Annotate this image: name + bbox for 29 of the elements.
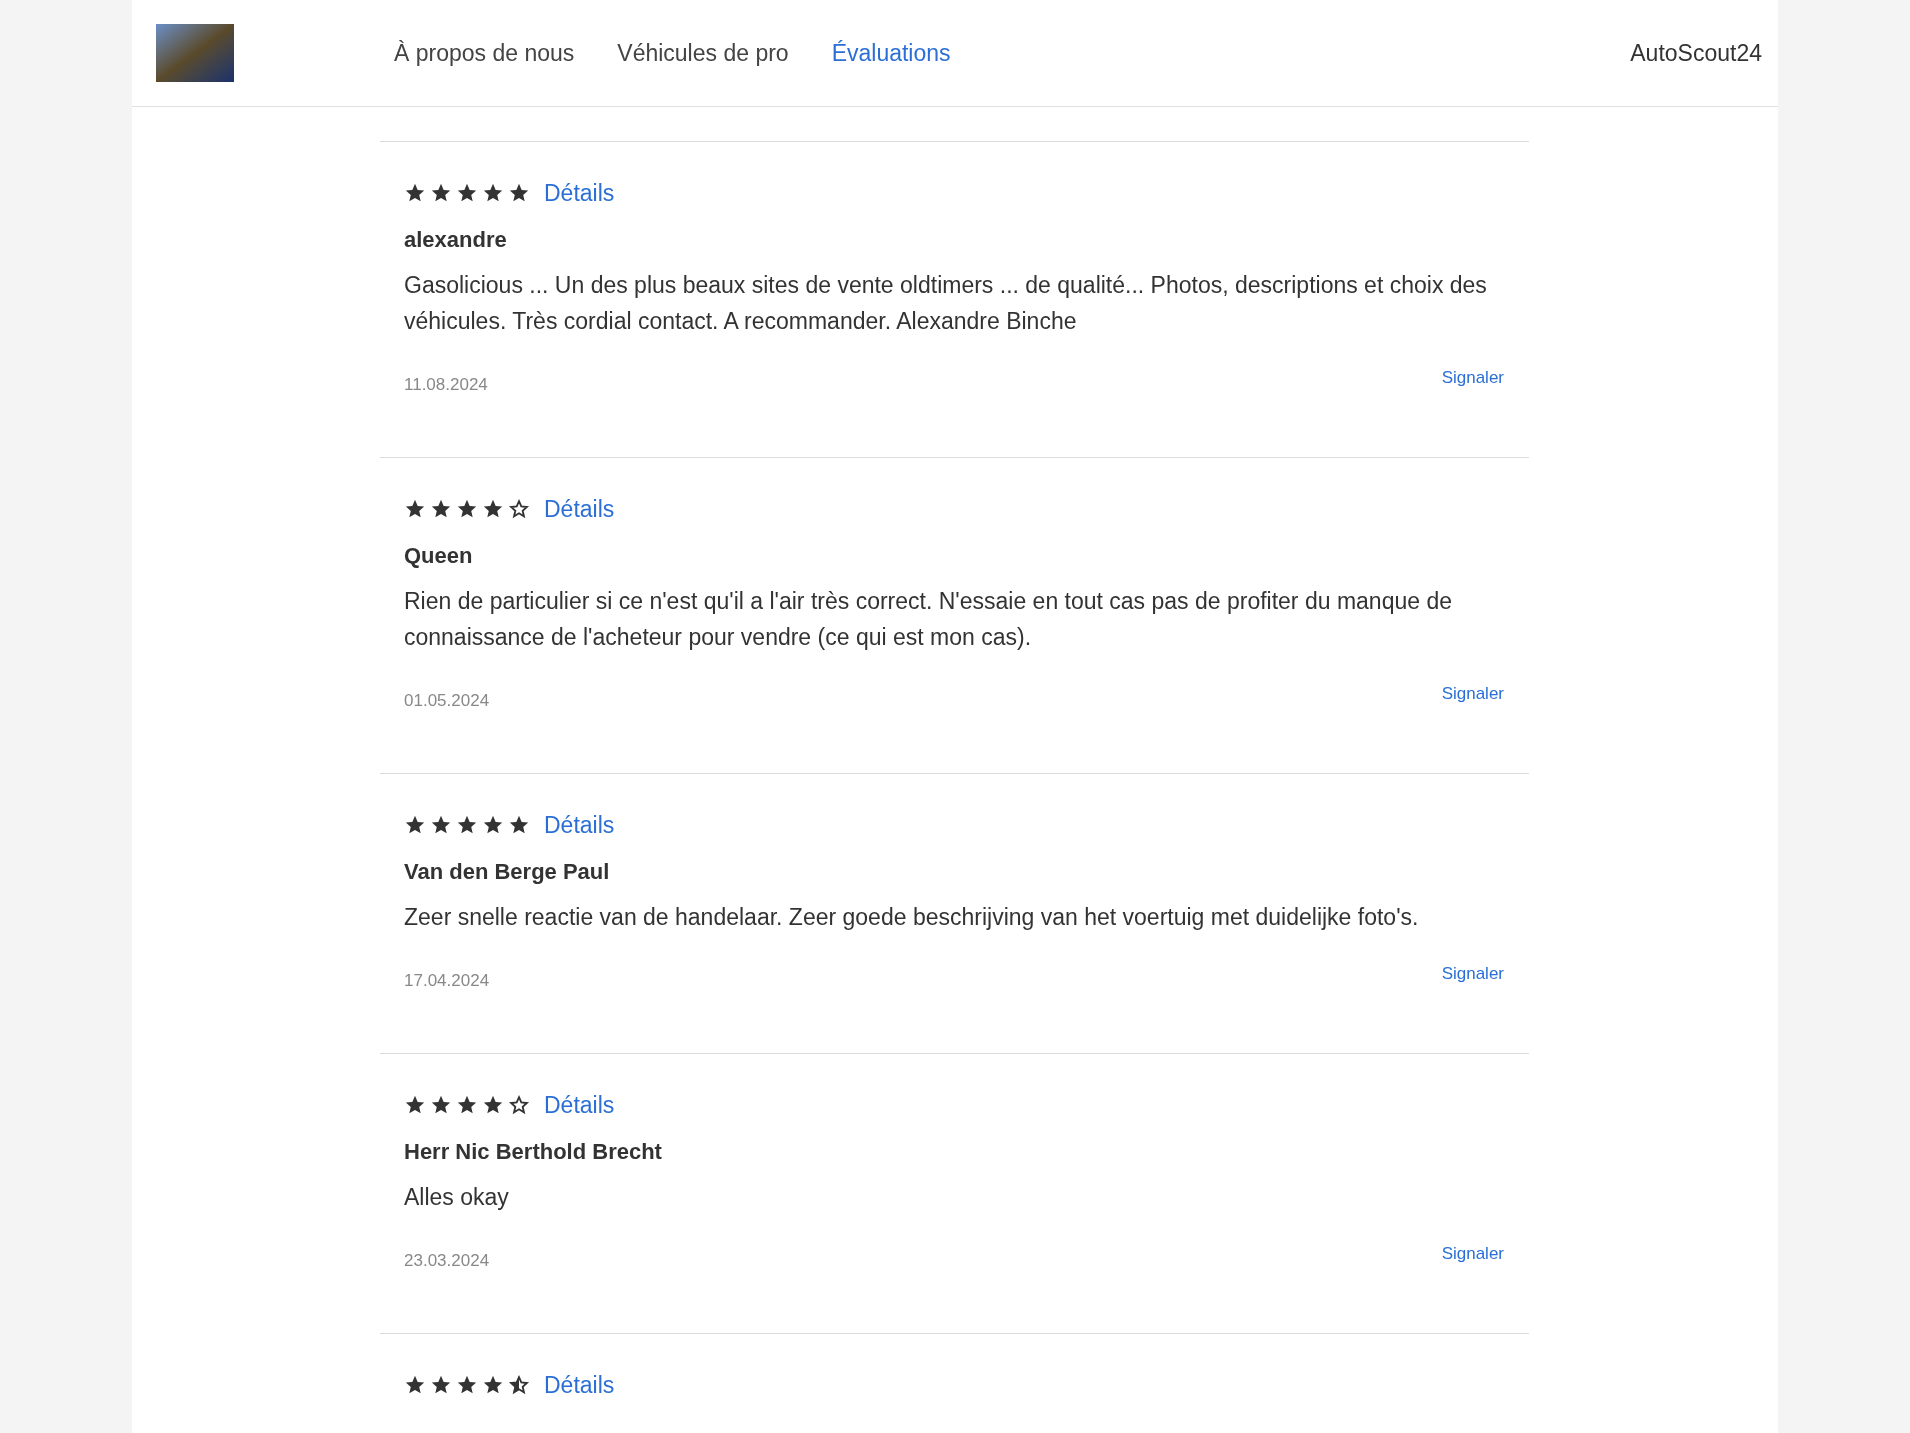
star-icon [508,1094,530,1117]
review-date: 01.05.2024 [404,689,490,712]
nav-link[interactable]: Évaluations [831,35,951,71]
details-link[interactable]: Détails [544,176,615,211]
report-link[interactable]: Signaler [1441,364,1504,390]
details-link[interactable]: Détails [544,1368,615,1403]
review-text: Zeer snelle reactie van de handelaar. Zeer goede beschrijving van het voertuig met duidelijke foto's. [404,902,1420,932]
review-text: Alles okay [404,1182,510,1212]
report-link[interactable]: Signaler [1441,1240,1504,1266]
brand-link[interactable]: AutoScout24 [1630,35,1762,71]
review-date: 23.03.2024 [404,1249,490,1272]
star-icon [508,498,530,521]
review-date: 11.08.2024 [404,373,488,396]
reviewer-name: Van den Berge Paul [404,857,611,886]
star-icon [508,1374,530,1397]
details-link[interactable]: Détails [544,808,615,843]
logo-photo[interactable] [156,24,234,82]
details-link[interactable]: Détails [544,1088,615,1123]
review-text: Gasolicious ... Un des plus beaux sites de vente oldtimers ... de qualité... Photos, descriptions et choix des véhicules. Très cordial contact. A recommander. Alexandre Binche [404,270,1488,336]
review-text: Rien de particulier si ce n'est qu'il a l'air très correct. N'essaie en tout cas pas de profiter du manque de connaissance de l'acheteur pour vendre (ce qui est mon cas). [404,586,1453,652]
nav-link[interactable]: Véhicules de pro [617,35,789,71]
report-link[interactable]: Signaler [1441,680,1504,706]
nav-link[interactable]: À propos de nous [394,35,575,71]
reviewer-name: alexandre [404,225,508,254]
report-link[interactable]: Signaler [1441,960,1504,986]
reviewer-name: Queen [404,541,474,570]
details-link[interactable]: Détails [544,492,615,527]
reviewer-name: Herr Nic Berthold Brecht [404,1137,663,1166]
review-date: 17.04.2024 [404,969,490,992]
